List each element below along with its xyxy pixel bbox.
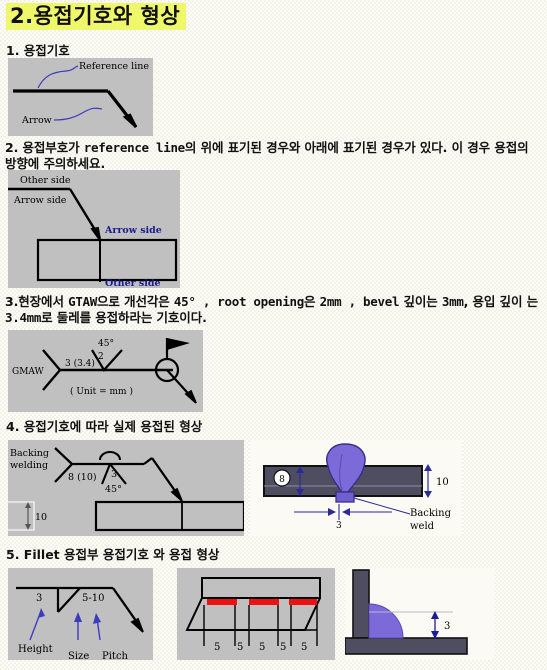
label-reference-line: Reference line — [79, 61, 149, 72]
dim-3: 5 — [259, 642, 265, 653]
label-other-side-top: Other side — [20, 175, 71, 186]
figure-welding-symbol-basic: Reference line Arrow — [8, 58, 153, 136]
label-unit-note: ( Unit = mm ) — [70, 386, 133, 397]
bevel-groove-symbol — [91, 349, 123, 372]
label-height-word: Height — [18, 644, 53, 655]
label-groove-angle: 45° — [98, 339, 114, 349]
s3-l2a: 는 — [526, 294, 539, 309]
label-backing-callout-2: weld — [410, 521, 435, 532]
label-process-gmaw: GMAW — [12, 367, 45, 377]
horizontal-plate — [345, 637, 468, 655]
s3-m2: 45° — [173, 294, 196, 309]
label-size-depth: 3 (3.4) — [65, 358, 95, 369]
fillet-triangle-symbol — [56, 587, 81, 613]
section-2-text-a: 2. 용접부호가 — [5, 140, 84, 155]
label-size-pitch: 5-10 — [82, 593, 104, 604]
s3-l2b: 로 둘레를 용접하라는 기호이다. — [41, 310, 207, 325]
backing-bead — [335, 491, 355, 503]
label-size-word: Size — [68, 651, 89, 660]
s3-l2m: 3.4mm — [5, 310, 42, 325]
weld-segments — [207, 599, 317, 605]
s3-m1: GTAW — [68, 294, 98, 309]
section-4-heading: 4. 용접기호에 따라 실제 용접된 형상 — [6, 419, 203, 434]
s3-a: 3.현장에서 — [5, 294, 69, 309]
dim-5: 5 — [301, 642, 307, 653]
figure-backing-weld-cross-section: 8 10 3 Backing weld — [250, 440, 462, 536]
figure-intermittent-fillet-welds: 5 5 5 5 5 — [177, 568, 335, 660]
dim-4: 5 — [280, 642, 286, 653]
s3-m5: bevel — [363, 294, 400, 309]
label-root-opening: 2 — [98, 352, 104, 362]
thickness-dimension-right — [424, 464, 432, 498]
size-badge: 8 — [273, 469, 291, 487]
badge-value: 8 — [279, 475, 285, 485]
label-thickness-section: 10 — [436, 477, 449, 488]
label-thickness-4: 10 — [35, 512, 47, 523]
figure-fillet-weld-symbol: 3 5-10 Height Size Pitch — [8, 568, 153, 660]
label-fillet-height: 3 — [36, 593, 42, 604]
label-arrow-side-blue: Arrow side — [104, 225, 162, 236]
arrow-leader-5 — [112, 587, 144, 633]
dim-1: 5 — [214, 642, 220, 653]
arrow-leader — [53, 107, 103, 121]
reference-leader — [37, 65, 79, 89]
label-root-4: 3 — [111, 469, 117, 480]
s3-b: 으로 개선각은 — [97, 294, 174, 309]
backing-weld-symbol — [98, 450, 122, 461]
section-5-heading: 5. Fillet 용접부 용접기호 와 용접 형상 — [6, 547, 220, 562]
label-backing-callout-1: Backing — [410, 508, 452, 519]
s3-f: 깊이는 — [399, 294, 442, 309]
figure-arrow-side-other-side: Other side Arrow side Arrow side Other s… — [8, 170, 180, 288]
s3-m4: 2mm — [319, 294, 342, 309]
s3-d: 은 — [304, 294, 320, 309]
s3-m6: 3mm — [441, 294, 464, 309]
s3-g: , 용입 깊이 — [463, 294, 523, 309]
leg-dimension — [431, 611, 439, 639]
label-arrow-side-top: Arrow side — [13, 195, 67, 206]
label-size-depth-4: 8 (10) — [68, 472, 97, 483]
figure-fillet-weld-corner-section: 3 — [345, 568, 495, 660]
s3-c: , — [195, 294, 218, 309]
label-leg-size: 3 — [444, 621, 450, 632]
tail-fork — [42, 349, 62, 391]
root-gap-dimension — [294, 504, 392, 520]
figure-gmaw-weld-symbol: GMAW 3 (3.4) 45° 2 ( Unit = mm ) — [8, 330, 203, 412]
plate-section-4 — [94, 500, 244, 532]
web-plate — [201, 577, 321, 599]
vertical-plate — [352, 569, 370, 639]
label-root-gap: 3 — [336, 521, 342, 531]
s3-m3: root opening — [217, 294, 305, 309]
dim-2: 5 — [237, 642, 243, 653]
s3-e: , — [341, 294, 364, 309]
fillet-bead — [368, 603, 404, 639]
arrow-leader-line — [166, 369, 197, 404]
page-title: 2.용접기호와 형상 — [6, 3, 187, 31]
field-weld-flag — [165, 338, 190, 359]
section-2-heading: 2. 용접부호가 reference line의 위에 표기된 경우와 아래에 … — [5, 140, 543, 172]
callout-arrows — [29, 608, 101, 641]
section-2-text-b: 의 위에 표기된 경우와 아래에 표기된 경우가 있다. 이 경우 — [184, 140, 491, 155]
label-arrow: Arrow — [21, 115, 52, 126]
section-3-heading: 3.현장에서 GTAW으로 개선각은 45° , root opening은 2… — [5, 294, 543, 326]
label-other-side-blue: Other side — [105, 278, 161, 288]
section-2-text-mono: reference line — [83, 140, 185, 155]
label-backing-line2: welding — [10, 460, 48, 471]
label-backing-line1: Backing — [10, 448, 49, 459]
label-pitch-word: Pitch — [102, 651, 129, 660]
arrow-leader-4 — [143, 457, 183, 502]
document-page: 2.용접기호와 형상 1. 용접기호 Reference line Arrow … — [0, 0, 547, 670]
label-angle-4: 45° — [105, 484, 122, 495]
joint-plates — [36, 238, 178, 282]
dimension-ticks — [203, 605, 318, 646]
figure-backing-welding-symbol: Backing welding 8 (10) 3 45° 10 — [8, 440, 244, 536]
thickness-dimension-4 — [8, 501, 35, 531]
